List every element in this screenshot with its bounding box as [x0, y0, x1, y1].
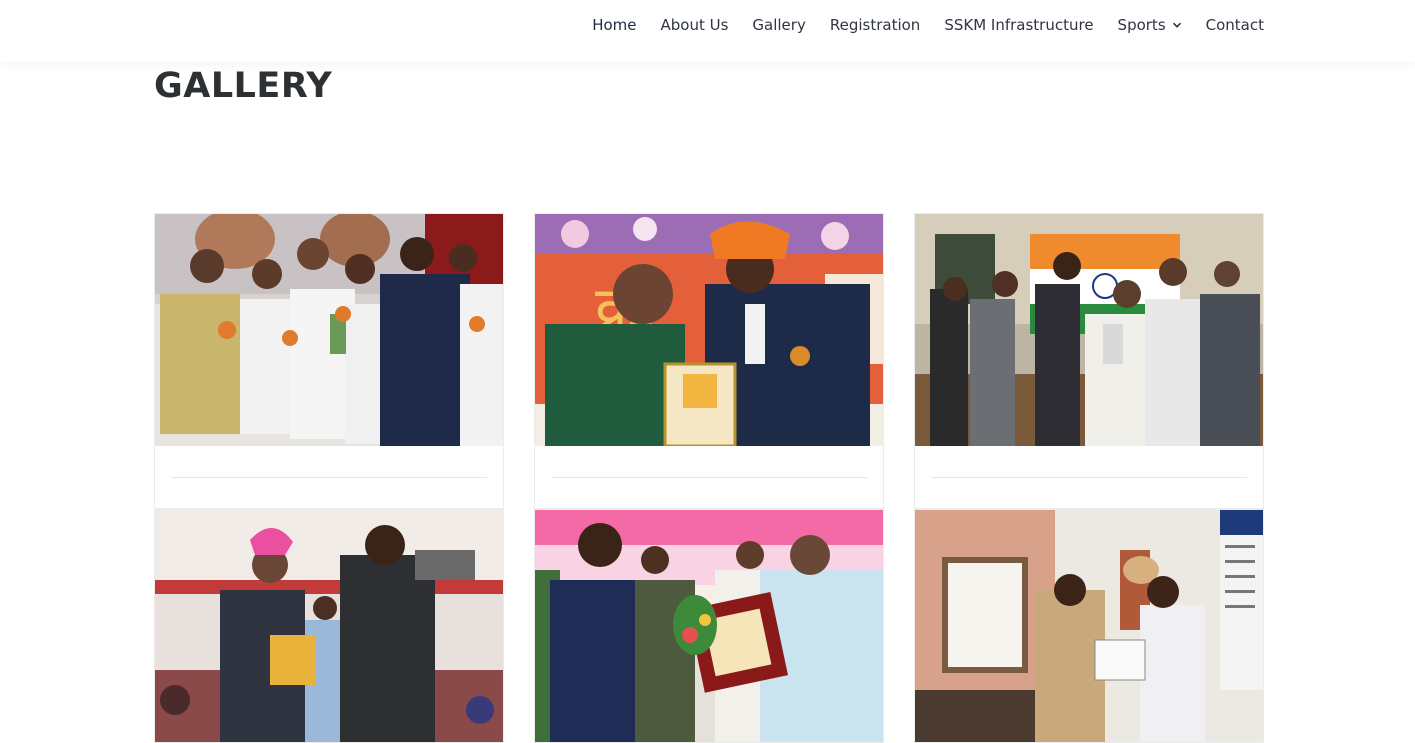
chevron-down-icon	[1172, 22, 1181, 28]
nav-about-us-label: About Us	[660, 16, 729, 34]
nav-sskm-infrastructure[interactable]: SSKM Infrastructure	[944, 16, 1093, 34]
page-title: GALLERY	[154, 66, 333, 106]
nav-sports-label: Sports	[1117, 16, 1166, 34]
gallery-photo[interactable]	[915, 510, 1263, 742]
nav-gallery-label: Gallery	[752, 16, 806, 34]
gallery-photo[interactable]	[155, 510, 503, 742]
top-navigation-bar: Home About Us Gallery Registration SSKM …	[0, 0, 1415, 62]
card-divider	[551, 477, 867, 478]
gallery-card[interactable]	[154, 213, 504, 509]
nav-gallery[interactable]: Gallery	[752, 16, 805, 34]
card-divider	[171, 477, 487, 478]
nav-sskm-infrastructure-label: SSKM Infrastructure	[944, 16, 1094, 34]
gallery-photo[interactable]	[915, 214, 1263, 446]
gallery-card[interactable]	[154, 509, 504, 743]
card-divider	[931, 477, 1247, 478]
nav-registration[interactable]: Registration	[830, 16, 920, 34]
nav-sports[interactable]: Sports	[1118, 16, 1182, 34]
gallery-photo[interactable]	[155, 214, 503, 446]
nav-registration-label: Registration	[829, 16, 921, 34]
gallery-card[interactable]	[914, 509, 1264, 743]
gallery-photo[interactable]	[535, 510, 883, 742]
main-menu: Home About Us Gallery Registration SSKM …	[592, 16, 1264, 34]
nav-contact[interactable]: Contact	[1206, 16, 1264, 34]
gallery-card[interactable]: क्री	[534, 213, 884, 509]
gallery-grid: क्री	[154, 213, 1264, 743]
gallery-card[interactable]	[534, 509, 884, 743]
nav-contact-label: Contact	[1205, 16, 1264, 34]
nav-home[interactable]: Home	[592, 16, 636, 34]
nav-about-us[interactable]: About Us	[660, 16, 728, 34]
nav-home-label: Home	[592, 16, 637, 34]
gallery-card[interactable]	[914, 213, 1264, 509]
gallery-photo[interactable]: क्री	[535, 214, 883, 446]
